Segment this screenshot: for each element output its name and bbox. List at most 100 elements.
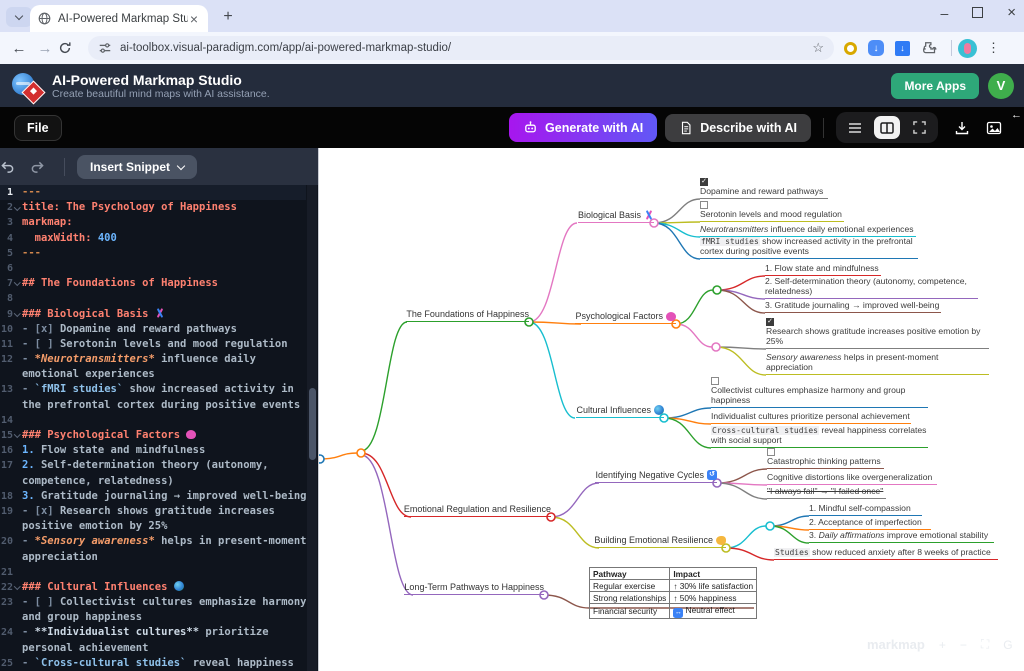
map-leaf-node[interactable]: 1. Mindful self-compassion xyxy=(809,504,922,516)
fold-chevron-icon[interactable] xyxy=(13,282,22,285)
extension-ring-icon[interactable] xyxy=(844,42,857,55)
zoom-out-button[interactable]: − xyxy=(960,638,967,652)
map-branch-node[interactable]: Building Emotional Resilience xyxy=(594,535,726,548)
map-leaf-node[interactable]: Individualist cultures prioritize person… xyxy=(711,412,911,424)
map-leaf-node[interactable]: 1. Flow state and mindfulness xyxy=(765,264,881,276)
checkbox-unchecked-icon[interactable] xyxy=(711,377,719,385)
code-line[interactable]: 15### Psychological Factors xyxy=(0,428,306,443)
fold-chevron-icon[interactable] xyxy=(13,207,22,210)
code-line[interactable]: 1--- xyxy=(0,185,306,200)
bookmark-star-icon[interactable]: ☆ xyxy=(812,40,824,56)
redo-button[interactable] xyxy=(30,160,60,173)
code-line[interactable]: 21 xyxy=(0,565,306,580)
map-branch-node[interactable]: The Foundations of Happiness xyxy=(406,309,529,322)
code-line[interactable]: 13- `fMRI studies` show increased activi… xyxy=(0,382,306,397)
editor-scrollbar-thumb[interactable] xyxy=(309,388,316,460)
code-line[interactable]: 8 xyxy=(0,291,306,306)
map-leaf-node[interactable]: Collectivist cultures emphasize harmony … xyxy=(711,377,928,408)
map-leaf-node[interactable]: Cognitive distortions like overgeneraliz… xyxy=(767,473,937,485)
browser-profile-avatar[interactable] xyxy=(958,39,977,58)
map-leaf-node[interactable]: Serotonin levels and mood regulation xyxy=(700,201,844,222)
map-branch-node[interactable]: Cultural Influences xyxy=(576,405,664,418)
code-line[interactable]: 4 maxWidth: 400 xyxy=(0,231,306,246)
file-menu-button[interactable]: File xyxy=(14,115,62,141)
download-button[interactable] xyxy=(954,120,970,136)
map-branch-node[interactable]: Identifying Negative Cycles↺ xyxy=(595,470,717,483)
checkbox-checked-icon[interactable]: ✓ xyxy=(700,178,708,186)
code-line[interactable]: 172. Self-determination theory (autonomy… xyxy=(0,458,306,473)
code-line[interactable]: 12- *Neurotransmitters* influence daily xyxy=(0,352,306,367)
code-line[interactable]: emotional experiences xyxy=(0,367,306,382)
user-avatar[interactable]: V xyxy=(988,73,1014,99)
fold-chevron-icon[interactable] xyxy=(13,586,22,589)
code-editor[interactable]: 1---2title: The Psychology of Happiness3… xyxy=(0,185,306,671)
more-apps-button[interactable]: More Apps xyxy=(891,73,979,99)
code-line[interactable]: 183. Gratitude journaling → improved wel… xyxy=(0,489,306,504)
split-view-button[interactable] xyxy=(874,116,900,139)
extension-download-icon[interactable]: ↓ xyxy=(868,40,884,56)
fold-chevron-icon[interactable] xyxy=(13,434,22,437)
checkbox-unchecked-icon[interactable] xyxy=(767,448,775,456)
window-minimize-button[interactable]: – xyxy=(940,5,948,21)
code-line[interactable]: 23- [ ] Collectivist cultures emphasize … xyxy=(0,595,306,610)
undo-button[interactable] xyxy=(0,160,30,173)
code-line[interactable]: 19- [x] Research shows gratitude increas… xyxy=(0,504,306,519)
brand-g-button[interactable]: G xyxy=(1003,638,1012,652)
map-leaf-node[interactable]: Cross-cultural studies reveal happiness … xyxy=(711,426,928,448)
map-leaf-node[interactable]: ✓Research shows gratitude increases posi… xyxy=(766,318,989,349)
code-line[interactable]: 10- [x] Dopamine and reward pathways xyxy=(0,322,306,337)
map-leaf-node[interactable]: Neurotransmitters influence daily emotio… xyxy=(700,225,916,237)
reload-button[interactable] xyxy=(58,41,84,55)
browser-tab[interactable]: AI-Powered Markmap Studio × xyxy=(30,5,208,32)
map-leaf-node[interactable]: ✓Dopamine and reward pathways xyxy=(700,178,828,199)
code-line[interactable]: competence, relatedness) xyxy=(0,474,306,489)
code-line[interactable]: 3markmap: xyxy=(0,215,306,230)
map-branch-node[interactable]: Long-Term Pathways to Happiness xyxy=(404,582,544,595)
tab-search-button[interactable] xyxy=(6,7,32,27)
fullscreen-view-button[interactable] xyxy=(906,116,932,139)
pathway-impact-table[interactable]: PathwayImpactRegular exercise↑ 30% life … xyxy=(589,567,757,619)
map-node-circle[interactable] xyxy=(319,455,324,463)
code-line[interactable]: 7## The Foundations of Happiness xyxy=(0,276,306,291)
map-leaf-node[interactable]: "I always fail" → "I failed once" xyxy=(767,487,886,499)
code-line[interactable]: 24- **Individualist cultures** prioritiz… xyxy=(0,625,306,640)
map-leaf-node[interactable]: Sensory awareness helps in present-momen… xyxy=(766,353,989,375)
map-branch-node[interactable]: Psychological Factors xyxy=(575,311,676,324)
fold-chevron-icon[interactable] xyxy=(13,313,22,316)
forward-button[interactable]: → xyxy=(32,40,58,57)
code-line[interactable]: 6 xyxy=(0,261,306,276)
generate-with-ai-button[interactable]: Generate with AI xyxy=(509,113,657,142)
describe-with-ai-button[interactable]: Describe with AI xyxy=(665,114,811,142)
code-line[interactable]: and group happiness xyxy=(0,610,306,625)
checkbox-checked-icon[interactable]: ✓ xyxy=(766,318,774,326)
code-line[interactable]: 22### Cultural Influences xyxy=(0,580,306,595)
extension-save-icon[interactable]: ↓ xyxy=(895,41,910,56)
map-branch-node[interactable]: Emotional Regulation and Resilience xyxy=(404,504,551,517)
export-image-button[interactable] xyxy=(986,120,1002,136)
map-node-circle[interactable] xyxy=(712,343,720,351)
code-line[interactable]: the prefrontal cortex during positive ev… xyxy=(0,398,306,413)
window-close-button[interactable]: × xyxy=(1007,4,1016,21)
mindmap-canvas[interactable]: The Foundations of Happiness Biological B… xyxy=(318,148,1024,671)
map-node-circle[interactable] xyxy=(357,449,365,457)
extensions-puzzle-icon[interactable] xyxy=(921,40,937,56)
code-line[interactable]: 2title: The Psychology of Happiness xyxy=(0,200,306,215)
code-line[interactable]: 9### Biological Basis xyxy=(0,307,306,322)
editor-only-view-button[interactable] xyxy=(842,116,868,139)
back-button[interactable]: ← xyxy=(6,40,32,57)
code-line[interactable]: 11- [ ] Serotonin levels and mood regula… xyxy=(0,337,306,352)
tab-close-icon[interactable]: × xyxy=(188,11,200,27)
map-node-circle[interactable] xyxy=(713,286,721,294)
new-tab-button[interactable]: + xyxy=(218,8,238,26)
code-line[interactable]: 20- *Sensory awareness* helps in present… xyxy=(0,534,306,549)
code-line[interactable]: 161. Flow state and mindfulness xyxy=(0,443,306,458)
map-leaf-node[interactable]: 3. Daily affirmations improve emotional … xyxy=(809,531,994,543)
map-leaf-node[interactable]: Catastrophic thinking patterns xyxy=(767,448,884,469)
map-leaf-node[interactable]: 3. Gratitude journaling → improved well-… xyxy=(765,301,941,313)
map-leaf-node[interactable]: Studies show reduced anxiety after 8 wee… xyxy=(774,548,998,560)
collapse-panel-arrow[interactable]: ← xyxy=(1011,109,1022,121)
window-maximize-button[interactable] xyxy=(972,7,983,18)
browser-menu-icon[interactable]: ⋮ xyxy=(987,40,1000,56)
code-line[interactable]: 14 xyxy=(0,413,306,428)
map-branch-node[interactable]: Biological Basis xyxy=(578,210,654,223)
